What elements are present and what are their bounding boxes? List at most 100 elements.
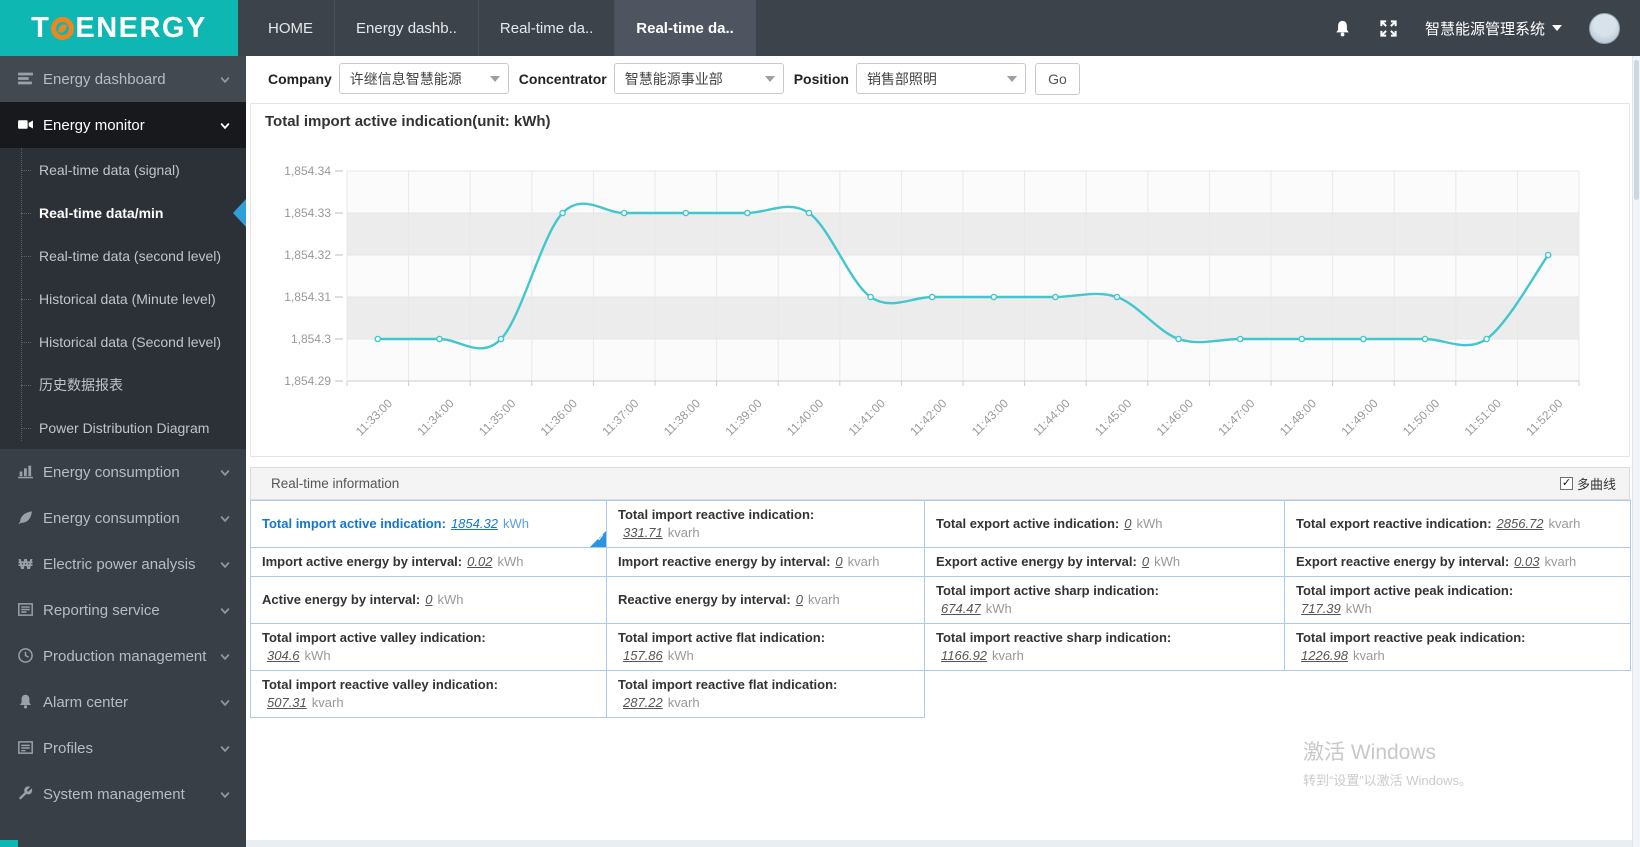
nav-tab-energy-dashb-1[interactable]: Energy dashb.. xyxy=(335,0,479,56)
metric-cell-total-import-active-indication[interactable]: Total import active indication: 1854.32 kW… xyxy=(250,500,607,548)
sidebar-item-energy-consumption[interactable]: Energy consumption xyxy=(0,449,246,495)
sidebar: Energy dashboard Energy monitor Real-time … xyxy=(0,56,246,847)
metric-unit: kWh xyxy=(502,516,529,531)
sidebar-subitem-power-distribution-diagram[interactable]: Power Distribution Diagram xyxy=(0,406,246,449)
go-button[interactable]: Go xyxy=(1034,62,1080,95)
metric-cell-active-energy-by-interval[interactable]: Active energy by interval: 0 kWh xyxy=(250,576,607,624)
sidebar-item-alarm-center[interactable]: Alarm center xyxy=(0,679,246,725)
chevron-down-icon xyxy=(764,75,775,82)
nav-tab-real-time-da-2[interactable]: Real-time da.. xyxy=(479,0,616,56)
sidebar-subitem-label: Historical data (Second level) xyxy=(39,333,222,350)
metric-unit: kWh xyxy=(667,648,694,663)
metric-label: Reactive energy by interval: xyxy=(618,592,791,607)
metric-cell-export-reactive-energy-by-interval[interactable]: Export reactive energy by interval: 0.03 k… xyxy=(1284,547,1631,577)
chevron-down-icon xyxy=(219,650,231,662)
sidebar-subitem-label: Real-time data/min xyxy=(39,204,164,221)
metric-cell-total-import-reactive-indication[interactable]: Total import reactive indication: 331.71 k… xyxy=(606,500,925,548)
svg-text:1,854.32: 1,854.32 xyxy=(284,248,331,262)
sidebar-subitem-real-time-data-second-level[interactable]: Real-time data (second level) xyxy=(0,234,246,277)
multi-curve-toggle[interactable]: ✓ 多曲线 xyxy=(1559,474,1616,493)
metric-cell-import-reactive-energy-by-interval[interactable]: Import reactive energy by interval: 0 kvar… xyxy=(606,547,925,577)
svg-text:11:36:00: 11:36:00 xyxy=(538,396,581,439)
company-label: Company xyxy=(268,70,332,87)
metric-cell-total-export-active-indication[interactable]: Total export active indication: 0 kWh xyxy=(924,500,1285,548)
multi-curve-label: 多曲线 xyxy=(1576,477,1616,492)
realtime-panel: Real-time information ✓ 多曲线 Total import… xyxy=(250,467,1631,718)
sidebar-item-electric-power-analysis[interactable]: ₩ Electric power analysis xyxy=(0,541,246,587)
line-chart[interactable]: 1,854.34 1,854.33 1,854.32 1,854.31 1,854.3 1… xyxy=(251,104,1631,458)
metric-cell-total-import-active-peak-indication[interactable]: Total import active peak indication: 717.… xyxy=(1284,576,1631,624)
checkbox-checked-icon[interactable]: ✓ xyxy=(1559,477,1573,490)
sidebar-item-energy-monitor[interactable]: Energy monitor xyxy=(0,102,246,148)
metric-cell-total-export-reactive-indication[interactable]: Total export reactive indication: 2856.72… xyxy=(1284,500,1631,548)
chevron-down-icon xyxy=(219,466,231,478)
metric-cell-total-import-reactive-sharp-indication[interactable]: Total import reactive sharp indication: 1… xyxy=(924,623,1285,671)
sidebar-subitem-历史数据报表[interactable]: 历史数据报表 xyxy=(0,363,246,406)
check-icon: ✓ xyxy=(596,533,605,544)
chevron-down-icon xyxy=(1552,25,1562,31)
sidebar-item-label: Energy dashboard xyxy=(43,70,166,88)
sidebar-subitem-real-time-data-min[interactable]: Real-time data/min xyxy=(0,191,246,234)
position-select-value: 销售部照明 xyxy=(866,70,937,87)
metric-value: 1226.98 xyxy=(1301,648,1348,663)
vertical-scrollbar[interactable] xyxy=(1632,56,1640,847)
metric-label: Total export active indication: xyxy=(936,516,1120,531)
svg-text:11:37:00: 11:37:00 xyxy=(599,396,642,439)
metric-cell-import-active-energy-by-interval[interactable]: Import active energy by interval: 0.02 kWh xyxy=(250,547,607,577)
sidebar-item-reporting-service[interactable]: Reporting service xyxy=(0,587,246,633)
svg-text:11:39:00: 11:39:00 xyxy=(722,396,765,439)
sidebar-item-label: Reporting service xyxy=(43,601,160,619)
system-menu[interactable]: 智慧能源管理系统 xyxy=(1425,18,1562,39)
metric-cell-total-import-active-sharp-indication[interactable]: Total import active sharp indication: 674… xyxy=(924,576,1285,624)
metric-label: Import reactive energy by interval: xyxy=(618,554,831,569)
metric-cell-total-import-reactive-valley-indication[interactable]: Total import reactive valley indication:… xyxy=(250,670,607,718)
sidebar-subitem-historical-data-second-level[interactable]: Historical data (Second level) xyxy=(0,320,246,363)
metric-cell-total-import-active-valley-indication[interactable]: Total import active valley indication: 30… xyxy=(250,623,607,671)
fullscreen-icon[interactable] xyxy=(1379,19,1398,38)
user-avatar[interactable] xyxy=(1589,12,1620,44)
concentrator-label: Concentrator xyxy=(518,70,607,87)
svg-text:1,854.34: 1,854.34 xyxy=(284,164,331,178)
metric-cell-total-import-active-flat-indication[interactable]: Total import active flat indication: 157.… xyxy=(606,623,925,671)
svg-text:11:51:00: 11:51:00 xyxy=(1462,396,1505,439)
concentrator-select-value: 智慧能源事业部 xyxy=(624,70,723,87)
metric-unit: kWh xyxy=(437,592,464,607)
metric-label: Total import reactive peak indication: xyxy=(1296,630,1526,645)
app-logo: T ENERGY xyxy=(0,0,238,56)
position-select[interactable]: 销售部照明 xyxy=(855,63,1026,94)
sidebar-item-label: System management xyxy=(43,785,185,803)
chart-title: Total import active indication(unit: kWh… xyxy=(265,113,551,130)
metric-label: Total import reactive flat indication: xyxy=(618,677,838,692)
metric-cell-total-import-reactive-flat-indication[interactable]: Total import reactive flat indication: 28… xyxy=(606,670,925,718)
metric-unit: kWh xyxy=(1154,554,1181,569)
company-select[interactable]: 许继信息智慧能源 xyxy=(338,63,509,94)
svg-text:11:33:00: 11:33:00 xyxy=(353,396,396,439)
scrollbar-thumb[interactable] xyxy=(1634,60,1639,200)
metric-cell-total-import-reactive-peak-indication[interactable]: Total import reactive peak indication: 12… xyxy=(1284,623,1631,671)
metric-unit: kvarh xyxy=(1548,516,1581,531)
sidebar-item-profiles[interactable]: Profiles xyxy=(0,725,246,771)
metric-value: 0 xyxy=(425,592,433,607)
sidebar-item-energy-dashboard[interactable]: Energy dashboard xyxy=(0,56,246,102)
logo-text-suffix: ENERGY xyxy=(75,11,207,44)
svg-text:11:34:00: 11:34:00 xyxy=(414,396,457,439)
nav-tab-real-time-da-3[interactable]: Real-time da.. xyxy=(615,0,756,56)
metric-cell-export-active-energy-by-interval[interactable]: Export active energy by interval: 0 kWh xyxy=(924,547,1285,577)
metric-label: Total import active peak indication: xyxy=(1296,583,1514,598)
bell-icon[interactable] xyxy=(1333,19,1352,38)
svg-text:1,854.29: 1,854.29 xyxy=(284,374,331,388)
metric-cell-reactive-energy-by-interval[interactable]: Reactive energy by interval: 0 kvarh xyxy=(606,576,925,624)
chevron-down-icon xyxy=(219,696,231,708)
nav-tab-home-0[interactable]: HOME xyxy=(247,0,335,56)
filter-bar: Company 许继信息智慧能源 Concentrator 智慧能源事业部 Po… xyxy=(246,56,1632,101)
position-label: Position xyxy=(793,70,849,87)
svg-text:11:43:00: 11:43:00 xyxy=(969,396,1012,439)
svg-text:11:45:00: 11:45:00 xyxy=(1092,396,1135,439)
concentrator-select[interactable]: 智慧能源事业部 xyxy=(613,63,784,94)
sidebar-item-production-management[interactable]: Production management xyxy=(0,633,246,679)
sidebar-subitem-historical-data-minute-level[interactable]: Historical data (Minute level) xyxy=(0,277,246,320)
sidebar-item-system-management[interactable]: System management xyxy=(0,771,246,817)
sidebar-subitem-real-time-data-signal[interactable]: Real-time data (signal) xyxy=(0,148,246,191)
metric-unit: kvarh xyxy=(1353,648,1385,663)
sidebar-item-energy-consumption[interactable]: Energy consumption xyxy=(0,495,246,541)
